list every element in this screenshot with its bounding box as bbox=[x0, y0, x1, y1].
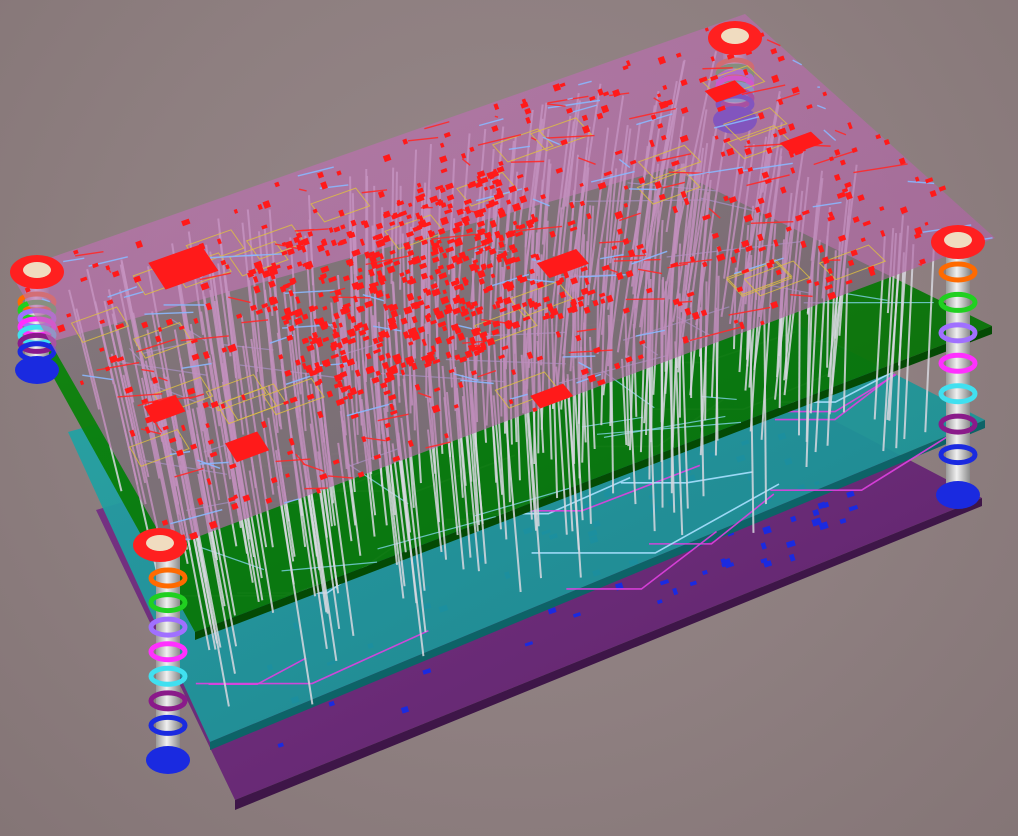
top-pad bbox=[938, 185, 947, 192]
standoff-post bbox=[156, 548, 180, 760]
top-trace bbox=[304, 487, 328, 490]
top-trace bbox=[628, 188, 657, 191]
top-trace bbox=[702, 67, 733, 70]
mounting-hole-bore bbox=[146, 535, 174, 551]
mounting-hole-bore bbox=[944, 232, 972, 248]
top-trace bbox=[625, 298, 665, 301]
standoff-base bbox=[936, 481, 980, 509]
standoff-base bbox=[146, 746, 190, 774]
top-trace bbox=[562, 355, 596, 358]
top-trace bbox=[494, 115, 499, 118]
pcb-3d-viewport[interactable] bbox=[0, 0, 1018, 836]
mounting-hole-bore bbox=[23, 262, 51, 278]
pcb-layer-stack-render[interactable] bbox=[0, 0, 1018, 836]
mounting-hole-bore bbox=[721, 28, 749, 44]
standoff-base bbox=[15, 356, 59, 384]
top-trace bbox=[510, 160, 545, 163]
via-barrel bbox=[797, 291, 801, 436]
